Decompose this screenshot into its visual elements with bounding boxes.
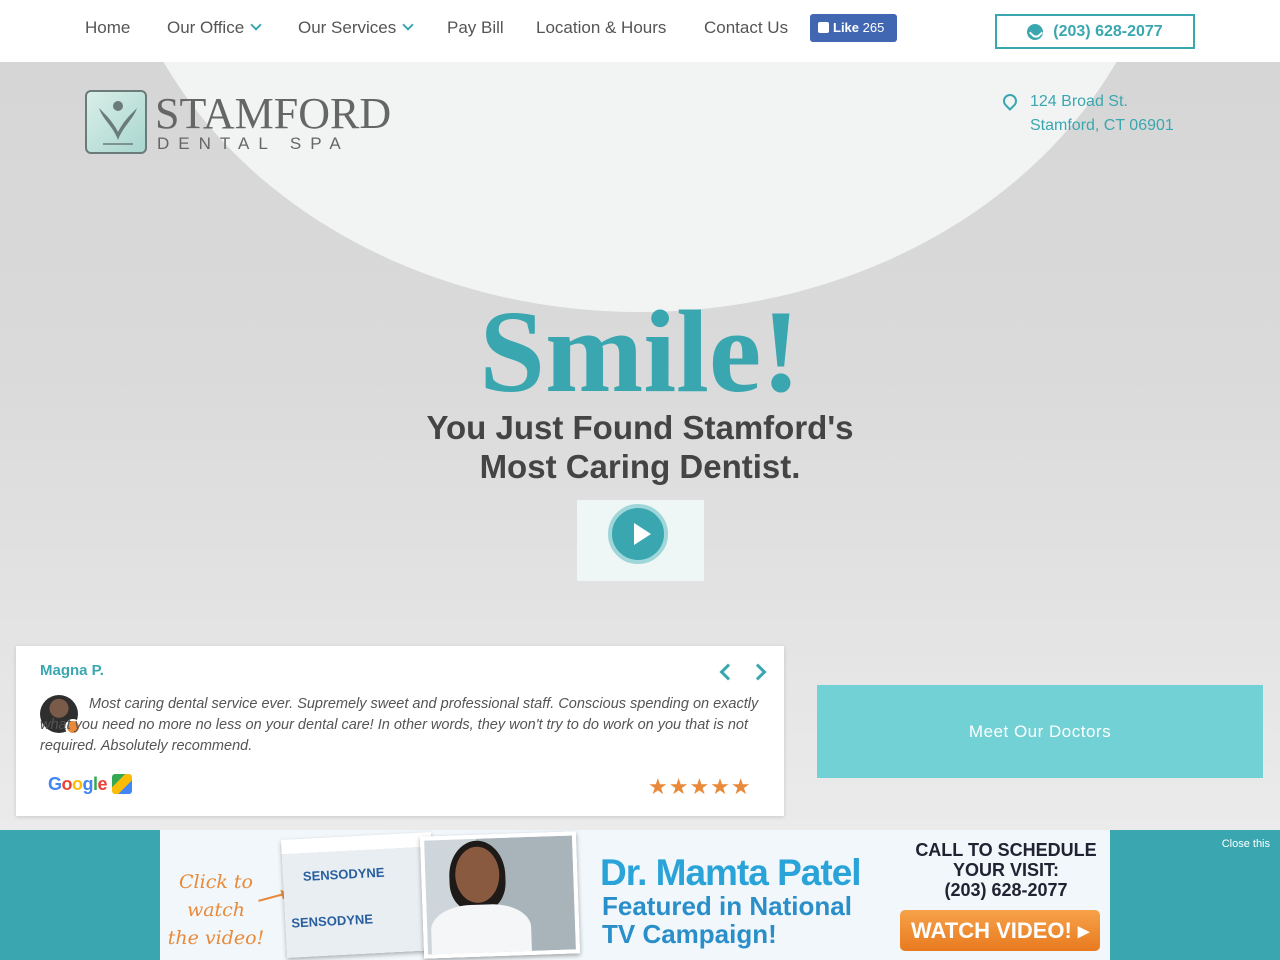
nav-contact-us-label: Contact Us xyxy=(704,18,789,37)
google-maps-icon xyxy=(112,774,132,794)
hero-tagline-line-1: You Just Found Stamford's xyxy=(426,409,854,446)
product-box-image: SENSODYNE SENSODYNE xyxy=(281,832,437,958)
facebook-like-count: 265 xyxy=(862,20,885,35)
thumbs-up-icon xyxy=(818,22,829,33)
ad-feature-line-1: Featured in National xyxy=(602,891,852,921)
facebook-like-label: Like xyxy=(833,20,860,35)
nav-pay-bill[interactable]: Pay Bill xyxy=(447,18,504,38)
nav-our-services[interactable]: Our Services xyxy=(298,18,414,38)
ad-feature-text: Featured in National TV Campaign! xyxy=(602,892,852,948)
nav-our-services-label: Our Services xyxy=(298,18,397,37)
ad-click-line-3: the video! xyxy=(167,927,265,949)
reviewer-name: Magna P. xyxy=(40,662,104,679)
star-rating: ★★★★★ xyxy=(648,774,752,799)
product-label-2: SENSODYNE xyxy=(290,911,374,931)
product-label: SENSODYNE xyxy=(302,864,385,884)
site-logo[interactable]: STAMFORD DENTAL SPA xyxy=(85,89,395,156)
hero-tagline-line-2: Most Caring Dentist. xyxy=(479,448,801,485)
ad-click-line-2: watch xyxy=(186,899,246,921)
meet-our-doctors-button[interactable]: Meet Our Doctors xyxy=(817,685,1263,778)
ad-call-phone: (203) 628-2077 xyxy=(944,880,1068,900)
google-logo: Google xyxy=(48,774,108,794)
nav-pay-bill-label: Pay Bill xyxy=(447,18,504,37)
nav-our-office[interactable]: Our Office xyxy=(167,18,262,38)
review-text: Most caring dental service ever. Supreme… xyxy=(40,696,759,754)
ad-call-line-2: YOUR VISIT: xyxy=(952,860,1059,880)
hero-tagline: You Just Found Stamford's Most Caring De… xyxy=(0,408,1280,486)
video-promo-ad[interactable]: Click to watch the video! SENSODYNE SENS… xyxy=(160,830,1110,960)
address-line-1: 124 Broad St. xyxy=(1030,93,1128,110)
review-card: Magna P. Most caring dental service ever… xyxy=(16,646,784,816)
phone-icon xyxy=(1027,23,1044,40)
promo-banner-bar: Close this Click to watch the video! SEN… xyxy=(0,830,1280,960)
ad-click-to-watch: Click to watch the video! xyxy=(166,868,266,952)
logo-title: STAMFORD xyxy=(155,89,392,138)
nav-location-hours[interactable]: Location & Hours xyxy=(536,18,666,38)
address-line-2: Stamford, CT 06901 xyxy=(1030,117,1174,134)
hero-headline: Smile! xyxy=(479,286,801,417)
nav-home-label: Home xyxy=(85,18,131,37)
nav-location-hours-label: Location & Hours xyxy=(536,18,667,37)
ad-call-to-schedule: CALL TO SCHEDULE YOUR VISIT: (203) 628-2… xyxy=(906,840,1106,900)
chevron-left-icon[interactable] xyxy=(719,663,737,681)
top-navigation: Home Our Office Our Services Pay Bill Lo… xyxy=(0,0,1280,62)
ad-call-line-1: CALL TO SCHEDULE xyxy=(915,840,1097,860)
nav-our-office-label: Our Office xyxy=(167,18,245,37)
ad-doctor-name: Dr. Mamta Patel xyxy=(600,852,862,893)
logo-icon xyxy=(85,90,147,154)
play-icon xyxy=(608,504,668,564)
nav-home[interactable]: Home xyxy=(85,18,130,38)
logo-subtitle: DENTAL SPA xyxy=(157,134,350,153)
chevron-right-icon[interactable] xyxy=(749,663,767,681)
facebook-like-button[interactable]: Like 265 xyxy=(810,14,897,42)
ad-feature-line-2: TV Campaign! xyxy=(602,919,777,949)
doctor-photo xyxy=(419,831,581,959)
chevron-down-icon xyxy=(402,19,414,31)
close-banner-link[interactable]: Close this xyxy=(1222,838,1270,850)
phone-number: (203) 628-2077 xyxy=(1053,22,1163,40)
ad-click-line-1: Click to xyxy=(179,871,253,893)
watch-video-button[interactable]: WATCH VIDEO! ▸ xyxy=(900,910,1100,951)
phone-call-button[interactable]: (203) 628-2077 xyxy=(995,14,1195,49)
nav-contact-us[interactable]: Contact Us xyxy=(704,18,788,38)
play-video-button[interactable] xyxy=(577,500,704,581)
chevron-down-icon xyxy=(250,19,262,31)
